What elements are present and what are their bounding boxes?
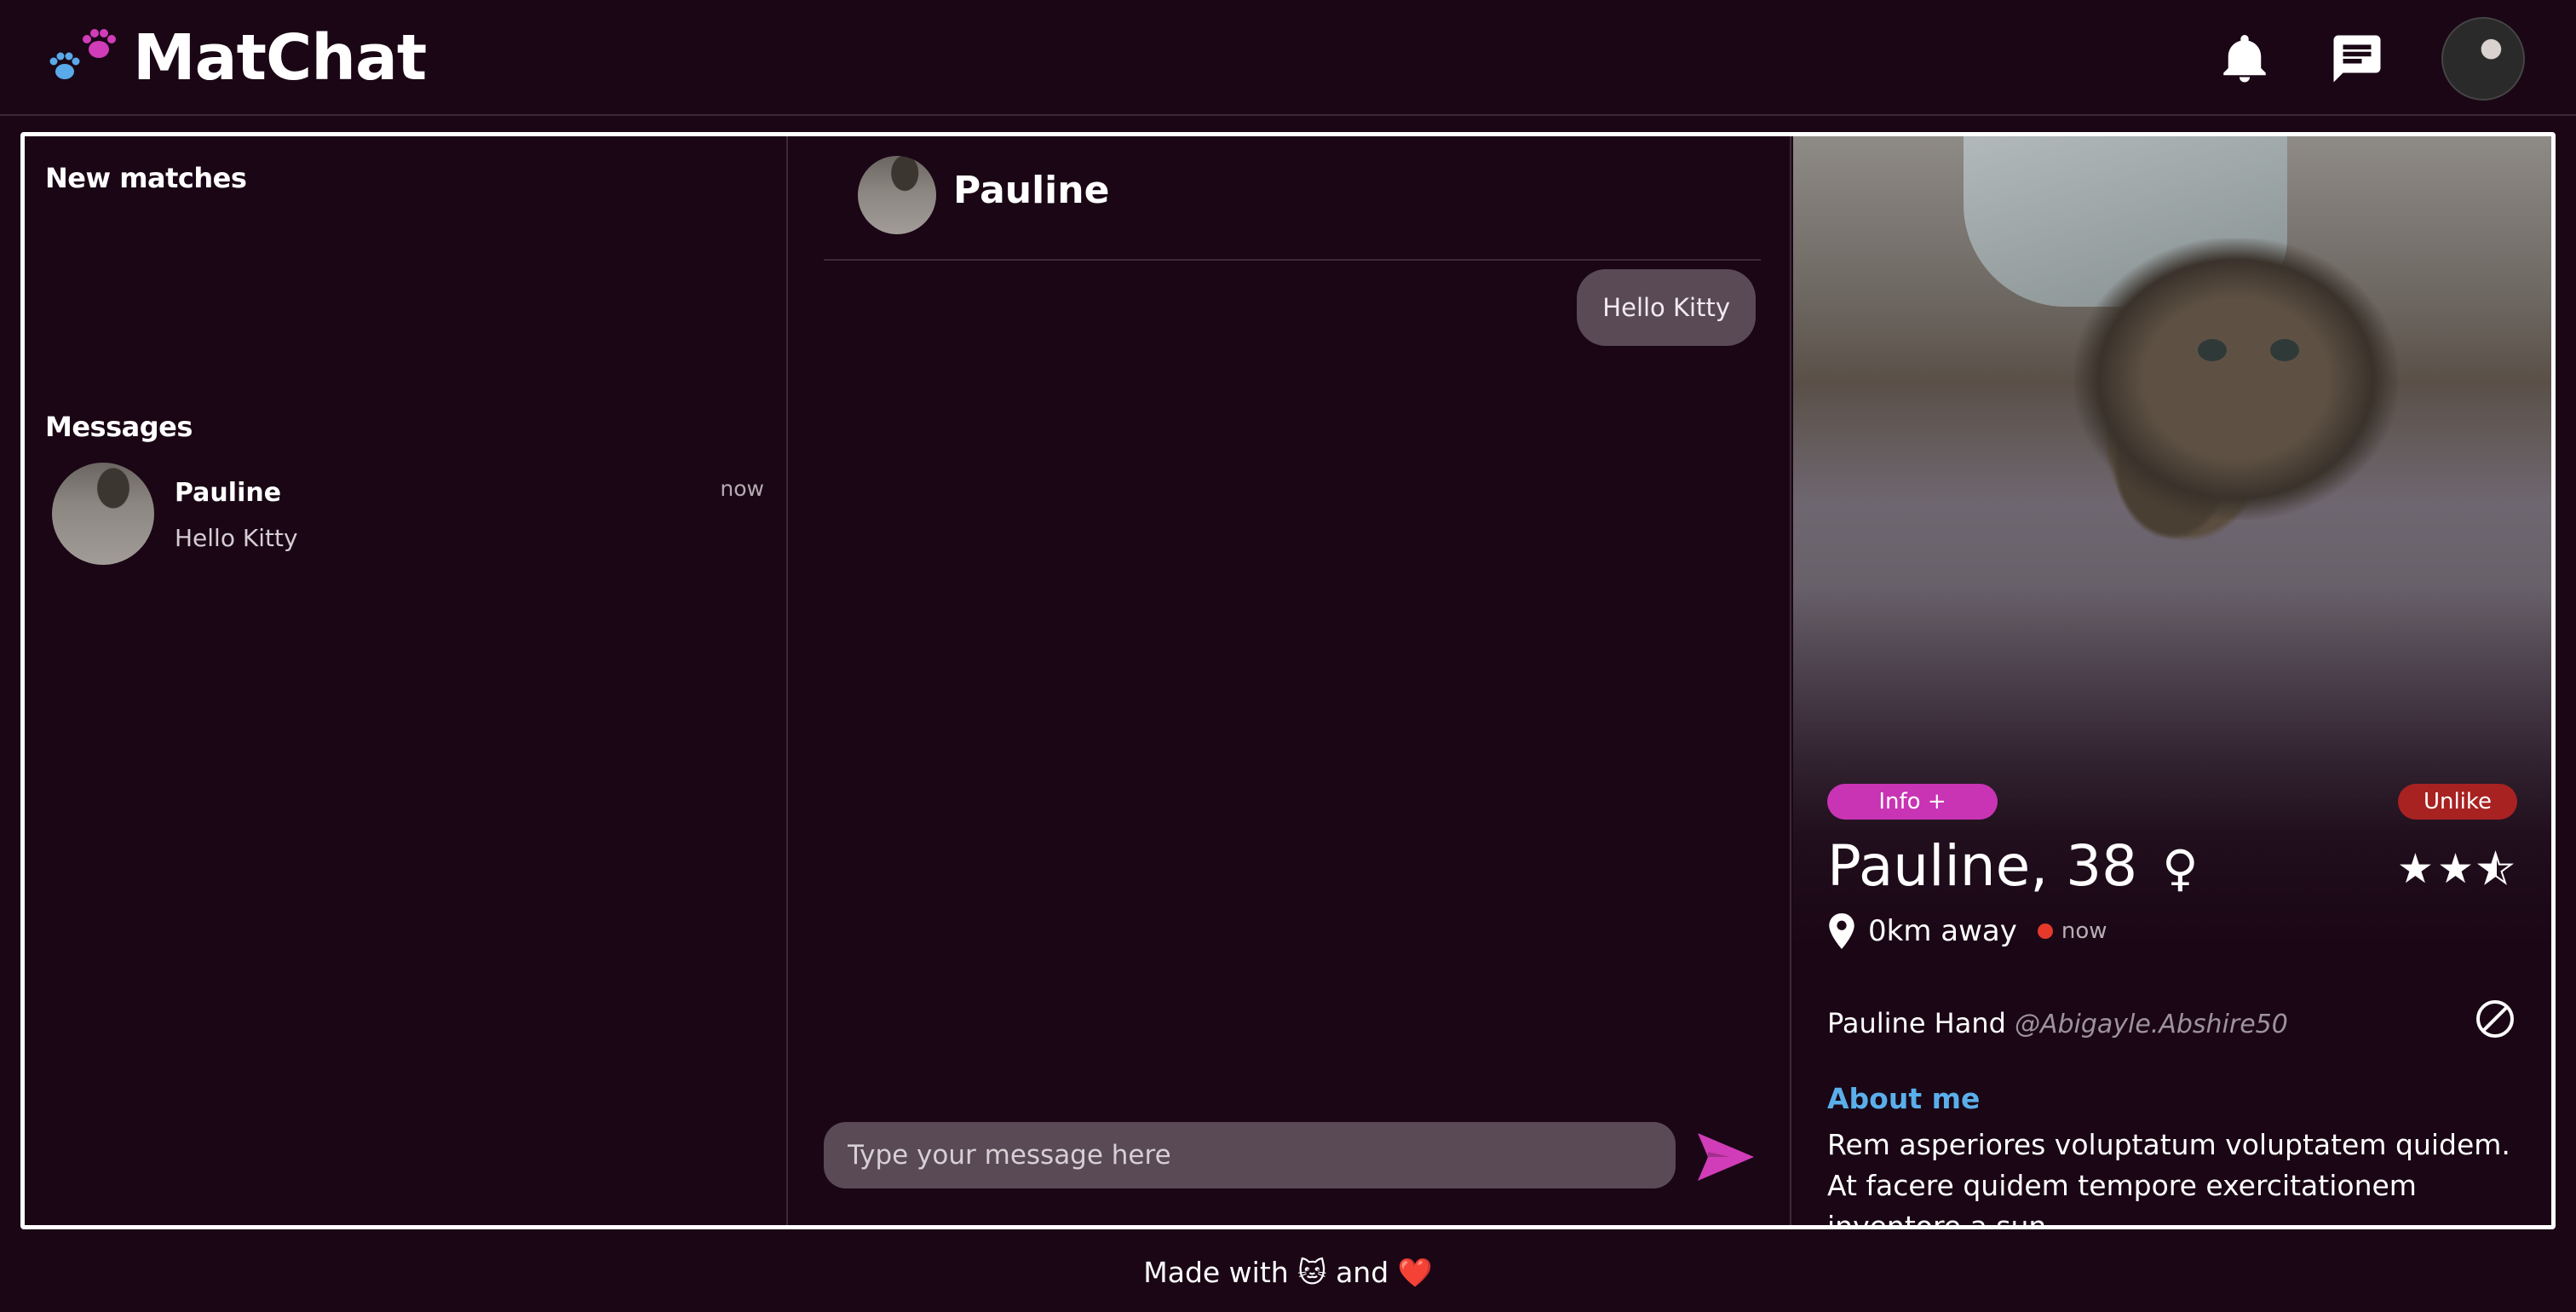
conversations-sidebar: New matches Messages Pauline Hello Kitty…: [25, 136, 788, 1225]
profile-photo: [1793, 136, 2551, 954]
distance-text: 0km away: [1868, 914, 2017, 948]
profile-fullname: Pauline Hand @Abigayle.Abshire50: [1827, 1007, 2288, 1039]
rating-stars: ★★★★: [2396, 844, 2517, 894]
app-name: MatChat: [133, 21, 427, 95]
about-me-title: About me: [1827, 1082, 1981, 1115]
conversation-name: Pauline: [175, 478, 282, 508]
conversation-item[interactable]: Pauline Hello Kitty now: [49, 463, 764, 573]
online-status-text: now: [2061, 918, 2107, 944]
star-half-icon: ★★: [2476, 844, 2517, 894]
star-full-icon: ★: [2396, 845, 2437, 893]
paw-icon: [49, 29, 116, 79]
send-icon[interactable]: [1696, 1131, 1756, 1183]
gender-female-icon: ♀: [2162, 839, 2199, 897]
location-pin-icon: [1829, 913, 1854, 949]
unlike-button[interactable]: Unlike: [2398, 784, 2517, 820]
app-logo[interactable]: MatChat: [46, 21, 427, 95]
block-icon[interactable]: [2475, 998, 2516, 1039]
star-full-icon: ★: [2436, 845, 2477, 893]
message-composer: [824, 1122, 1676, 1188]
messages-title: Messages: [45, 411, 193, 443]
conversation-time: now: [720, 476, 764, 501]
photo-cat: [2074, 239, 2398, 520]
chat-contact-avatar[interactable]: [858, 156, 936, 234]
photo-cat-eye: [2198, 339, 2227, 361]
chat-header: Pauline: [824, 136, 1761, 261]
conversation-last-message: Hello Kitty: [175, 524, 298, 552]
chat-icon[interactable]: [2329, 31, 2385, 87]
main-panel: New matches Messages Pauline Hello Kitty…: [20, 132, 2556, 1229]
location-row: 0km away now: [1827, 913, 2107, 949]
profile-name-age: Pauline, 38 ♀: [1827, 833, 2199, 899]
footer-text: Made with 🐱 and ❤️: [1143, 1256, 1433, 1289]
top-bar: MatChat: [0, 0, 2576, 116]
profile-username: @Abigayle.Abshire50: [2014, 1010, 2288, 1039]
conversation-avatar: [52, 463, 154, 565]
about-me-text: Rem asperiores voluptatum voluptatem qui…: [1827, 1128, 2510, 1225]
photo-cat-eye: [2270, 339, 2299, 361]
new-matches-title: New matches: [45, 162, 247, 194]
message-bubble: Hello Kitty: [1577, 269, 1756, 346]
message-input[interactable]: [848, 1140, 1676, 1171]
info-button[interactable]: Info +: [1827, 784, 1998, 820]
profile-fullname-text: Pauline Hand: [1827, 1007, 2006, 1039]
bell-icon[interactable]: [2217, 31, 2273, 87]
profile-panel: Info + Unlike Pauline, 38 ♀ ★★★★ 0km awa…: [1793, 136, 2551, 1225]
online-status-dot: [2037, 924, 2053, 939]
chat-panel: Pauline Hello Kitty: [790, 136, 1791, 1225]
user-avatar[interactable]: [2441, 17, 2525, 101]
profile-name-age-text: Pauline, 38: [1827, 833, 2138, 899]
chat-contact-name[interactable]: Pauline: [953, 169, 1109, 212]
